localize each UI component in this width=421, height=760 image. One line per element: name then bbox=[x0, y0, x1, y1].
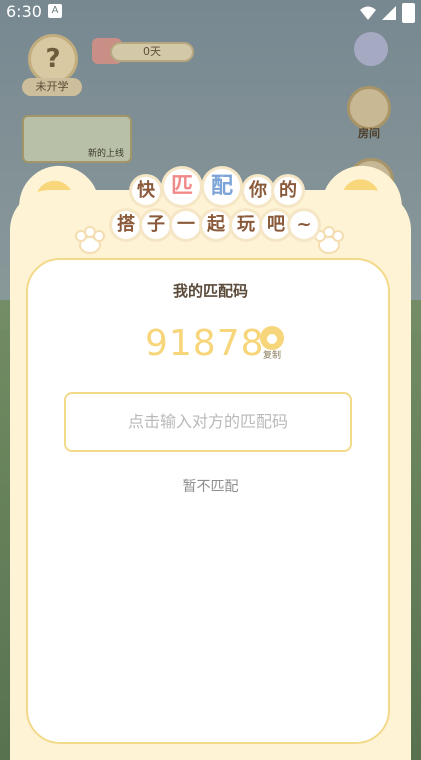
days-counter: 0天 bbox=[92, 38, 194, 64]
status-bar: 6:30 A bbox=[0, 0, 421, 24]
title-char-3: 配 bbox=[204, 169, 240, 205]
new-release-banner[interactable]: 新的上线 bbox=[22, 115, 132, 163]
notification-icon: A bbox=[48, 4, 62, 18]
question-icon: ? bbox=[28, 34, 78, 84]
settings-gear-icon[interactable] bbox=[354, 32, 388, 66]
status-not-started[interactable]: ? 未开学 bbox=[22, 34, 84, 96]
title-char-7: 子 bbox=[142, 211, 170, 239]
skip-match-button[interactable]: 暂不匹配 bbox=[0, 476, 421, 496]
title-char-10: 玩 bbox=[232, 211, 260, 239]
status-icons bbox=[360, 3, 415, 23]
days-label: 0天 bbox=[110, 42, 194, 62]
room-label: 房间 bbox=[358, 127, 380, 140]
my-match-code-title: 我的匹配码 bbox=[172, 282, 248, 300]
cellular-icon bbox=[382, 6, 396, 20]
banner-label: 新的上线 bbox=[87, 149, 124, 159]
room-button[interactable]: 房间 bbox=[344, 86, 394, 142]
title-char-8: 一 bbox=[172, 211, 200, 239]
modal-title: 快 匹 配 你 的 搭 子 一 起 玩 吧 ~ bbox=[104, 163, 318, 243]
title-char-1: 快 bbox=[132, 177, 160, 205]
not-started-label: 未开学 bbox=[22, 78, 82, 96]
match-code-input[interactable]: 点击输入对方的匹配码 bbox=[64, 392, 352, 452]
status-time: 6:30 bbox=[6, 2, 42, 21]
match-code-input-placeholder: 点击输入对方的匹配码 bbox=[127, 412, 288, 431]
title-char-12: ~ bbox=[290, 211, 318, 239]
title-char-2: 匹 bbox=[164, 169, 200, 205]
match-code-value: 91878 bbox=[145, 323, 265, 364]
copy-label: 复制 bbox=[262, 351, 281, 361]
title-char-11: 吧 bbox=[262, 211, 290, 239]
title-char-9: 起 bbox=[202, 211, 230, 239]
title-char-5: 的 bbox=[274, 177, 302, 205]
battery-icon bbox=[402, 3, 415, 23]
copy-button[interactable]: 复制 bbox=[257, 326, 287, 361]
paw-copy-icon bbox=[260, 326, 284, 350]
paw-icon-right bbox=[312, 228, 346, 254]
title-char-4: 你 bbox=[244, 177, 272, 205]
title-char-6: 搭 bbox=[112, 211, 140, 239]
wifi-icon bbox=[360, 6, 376, 20]
room-icon bbox=[347, 86, 391, 130]
paw-icon-left bbox=[73, 228, 107, 254]
